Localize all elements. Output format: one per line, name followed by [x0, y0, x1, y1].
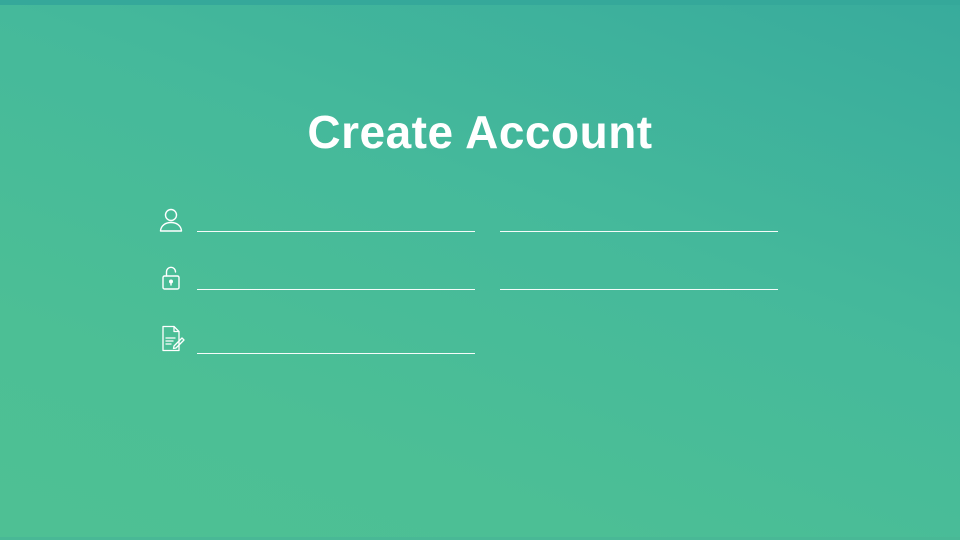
create-account-screen: { "page": { "title": "Create Account" },… [0, 0, 960, 540]
first-name-input[interactable] [197, 210, 475, 232]
page-title: Create Account [307, 106, 653, 158]
document-edit-icon [159, 324, 187, 352]
description-input[interactable] [197, 332, 475, 354]
user-icon [157, 206, 185, 234]
last-name-input[interactable] [500, 210, 778, 232]
password-input[interactable] [197, 268, 475, 290]
confirm-password-input[interactable] [500, 268, 778, 290]
unlock-icon [157, 264, 185, 292]
top-edge-strip [0, 0, 960, 5]
